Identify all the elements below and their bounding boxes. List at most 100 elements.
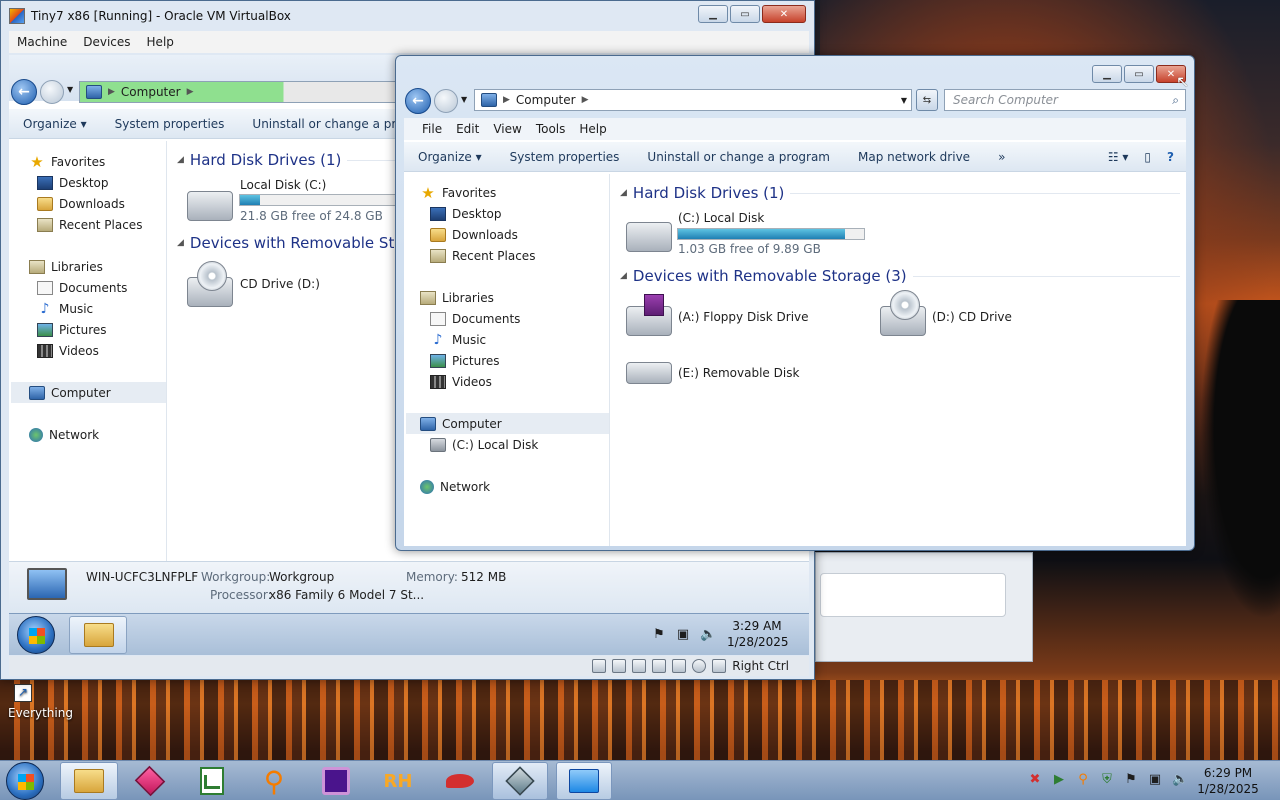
nav-local-disk[interactable]: (C:) Local Disk bbox=[420, 434, 609, 455]
map-network-drive-button[interactable]: Map network drive bbox=[844, 150, 984, 164]
taskbar-pepper-app[interactable] bbox=[432, 762, 488, 800]
nav-favorites[interactable]: ★ Favorites bbox=[420, 182, 609, 203]
taskbar-explorer-button[interactable] bbox=[60, 762, 118, 800]
nav-libraries[interactable]: Libraries bbox=[420, 287, 609, 308]
menu-help[interactable]: Help bbox=[579, 122, 606, 136]
maximize-button[interactable]: ▭ bbox=[1124, 65, 1154, 83]
back-button[interactable]: ← bbox=[11, 79, 37, 105]
computer-large-icon bbox=[27, 568, 67, 600]
nav-downloads[interactable]: Downloads bbox=[420, 224, 609, 245]
guest-clock[interactable]: 3:29 AM 1/28/2025 bbox=[727, 618, 789, 650]
menu-file[interactable]: File bbox=[422, 122, 442, 136]
tray-volume-icon[interactable]: 🔈 bbox=[1172, 773, 1188, 787]
taskbar-network-app[interactable] bbox=[556, 762, 612, 800]
tray-search-icon[interactable]: ⚲ bbox=[1076, 773, 1090, 787]
cd-drive-label[interactable]: CD Drive (D:) bbox=[240, 277, 320, 291]
desktop-icon-everything[interactable]: ↗ Everything bbox=[6, 684, 73, 720]
more-commands-button[interactable]: » bbox=[984, 150, 1019, 164]
optical-drive-status-icon[interactable] bbox=[612, 659, 627, 673]
nav-videos[interactable]: Videos bbox=[29, 340, 166, 361]
nav-documents[interactable]: Documents bbox=[420, 308, 609, 329]
system-properties-button[interactable]: System properties bbox=[496, 150, 634, 164]
help-icon[interactable]: ? bbox=[1159, 150, 1186, 164]
tray-network-icon[interactable]: ▣ bbox=[1148, 773, 1162, 787]
nav-documents[interactable]: Documents bbox=[29, 277, 166, 298]
history-dropdown-icon[interactable]: ▼ bbox=[461, 95, 467, 104]
taskbar-cube-app[interactable] bbox=[122, 762, 178, 800]
nav-desktop[interactable]: Desktop bbox=[420, 203, 609, 224]
host-clock[interactable]: 6:29 PM 1/28/2025 bbox=[1196, 765, 1260, 797]
nav-pictures[interactable]: Pictures bbox=[29, 319, 166, 340]
explorer-window[interactable]: ▁ ▭ ✕ ↖ ← ▼ ▶ Computer ▶ ▼ ⇆ Search Comp… bbox=[395, 55, 1195, 551]
uninstall-program-button[interactable]: Uninstall or change a program bbox=[633, 150, 844, 164]
system-properties-button[interactable]: System properties bbox=[101, 117, 239, 131]
local-disk-label[interactable]: Local Disk (C:) bbox=[240, 178, 326, 192]
removable-section-header[interactable]: ◢ Devices with Removable Storag bbox=[177, 234, 428, 252]
tray-flag-icon[interactable]: ⚑ bbox=[1124, 773, 1138, 787]
hdd-section-header[interactable]: ◢ Hard Disk Drives (1) bbox=[177, 151, 407, 169]
address-dropdown-icon[interactable]: ▼ bbox=[901, 96, 907, 105]
nav-music[interactable]: ♪ Music bbox=[420, 329, 609, 350]
guest-explorer-taskbar-button[interactable] bbox=[69, 616, 127, 654]
taskbar-text-editor-app[interactable] bbox=[184, 762, 240, 800]
nav-music[interactable]: ♪ Music bbox=[29, 298, 166, 319]
action-center-flag-icon[interactable]: ⚑ bbox=[652, 628, 666, 642]
menu-help[interactable]: Help bbox=[147, 35, 174, 49]
organize-button[interactable]: Organize ▾ bbox=[404, 150, 496, 164]
nav-videos[interactable]: Videos bbox=[420, 371, 609, 392]
removable-disk-label[interactable]: (E:) Removable Disk bbox=[678, 366, 799, 380]
menu-machine[interactable]: Machine bbox=[17, 35, 67, 49]
refresh-button[interactable]: ⇆ bbox=[916, 89, 938, 111]
nav-desktop[interactable]: Desktop bbox=[29, 172, 166, 193]
recording-status-icon[interactable] bbox=[692, 659, 707, 673]
tray-shield-icon[interactable]: ⛨ bbox=[1100, 773, 1114, 787]
forward-button[interactable] bbox=[434, 89, 458, 113]
local-disk-label[interactable]: (C:) Local Disk bbox=[678, 211, 764, 225]
tray-play-icon[interactable]: ▶ bbox=[1052, 773, 1066, 787]
close-button[interactable]: ✕ bbox=[762, 5, 806, 23]
change-view-icon[interactable]: ☷ ▾ bbox=[1100, 150, 1137, 164]
volume-icon[interactable]: 🔈 bbox=[700, 628, 716, 642]
address-bar[interactable]: ▶ Computer ▶ ▼ bbox=[474, 89, 912, 111]
nav-recent-places[interactable]: Recent Places bbox=[420, 245, 609, 266]
nav-computer[interactable]: Computer bbox=[406, 413, 609, 434]
back-button[interactable]: ← bbox=[405, 88, 431, 114]
taskbar-virtualbox-button[interactable] bbox=[492, 762, 548, 800]
menu-view[interactable]: View bbox=[493, 122, 521, 136]
menu-devices[interactable]: Devices bbox=[83, 35, 130, 49]
nav-network[interactable]: Network bbox=[29, 424, 166, 445]
search-input[interactable]: Search Computer ⌕ bbox=[944, 89, 1186, 111]
maximize-button[interactable]: ▭ bbox=[730, 5, 760, 23]
menu-edit[interactable]: Edit bbox=[456, 122, 479, 136]
hdd-section-header[interactable]: ◢ Hard Disk Drives (1) bbox=[620, 184, 1180, 202]
minimize-button[interactable]: ▁ bbox=[698, 5, 728, 23]
menu-tools[interactable]: Tools bbox=[536, 122, 566, 136]
network-tray-icon[interactable]: ▣ bbox=[676, 628, 690, 642]
nav-network[interactable]: Network bbox=[420, 476, 609, 497]
cd-drive-label[interactable]: (D:) CD Drive bbox=[932, 310, 1012, 324]
preview-pane-icon[interactable]: ▯ bbox=[1136, 150, 1159, 164]
removable-section-header[interactable]: ◢ Devices with Removable Storage (3) bbox=[620, 267, 1180, 285]
start-button[interactable] bbox=[6, 762, 44, 800]
minimize-button[interactable]: ▁ bbox=[1092, 65, 1122, 83]
nav-pictures[interactable]: Pictures bbox=[420, 350, 609, 371]
taskbar-rh-app[interactable]: RH bbox=[370, 762, 426, 800]
nav-computer[interactable]: Computer bbox=[11, 382, 166, 403]
guest-start-button[interactable] bbox=[17, 616, 55, 654]
taskbar-chip-app[interactable] bbox=[308, 762, 364, 800]
nav-favorites[interactable]: ★ Favorites bbox=[29, 151, 166, 172]
nav-libraries[interactable]: Libraries bbox=[29, 256, 166, 277]
hard-disk-status-icon[interactable] bbox=[592, 659, 607, 673]
floppy-drive-label[interactable]: (A:) Floppy Disk Drive bbox=[678, 310, 809, 324]
address-bar[interactable]: ▶ Computer ▶ bbox=[79, 81, 399, 103]
usb-status-icon[interactable] bbox=[652, 659, 667, 673]
history-dropdown-icon[interactable]: ▼ bbox=[67, 85, 73, 94]
tray-alert-icon[interactable]: ✖ bbox=[1028, 773, 1042, 787]
network-status-icon[interactable] bbox=[632, 659, 647, 673]
forward-button[interactable] bbox=[40, 80, 64, 104]
nav-recent-places[interactable]: Recent Places bbox=[29, 214, 166, 235]
organize-button[interactable]: Organize ▾ bbox=[9, 117, 101, 131]
nav-downloads[interactable]: Downloads bbox=[29, 193, 166, 214]
shared-folders-status-icon[interactable] bbox=[672, 659, 687, 673]
taskbar-search-app[interactable]: ⚲ bbox=[246, 762, 302, 800]
